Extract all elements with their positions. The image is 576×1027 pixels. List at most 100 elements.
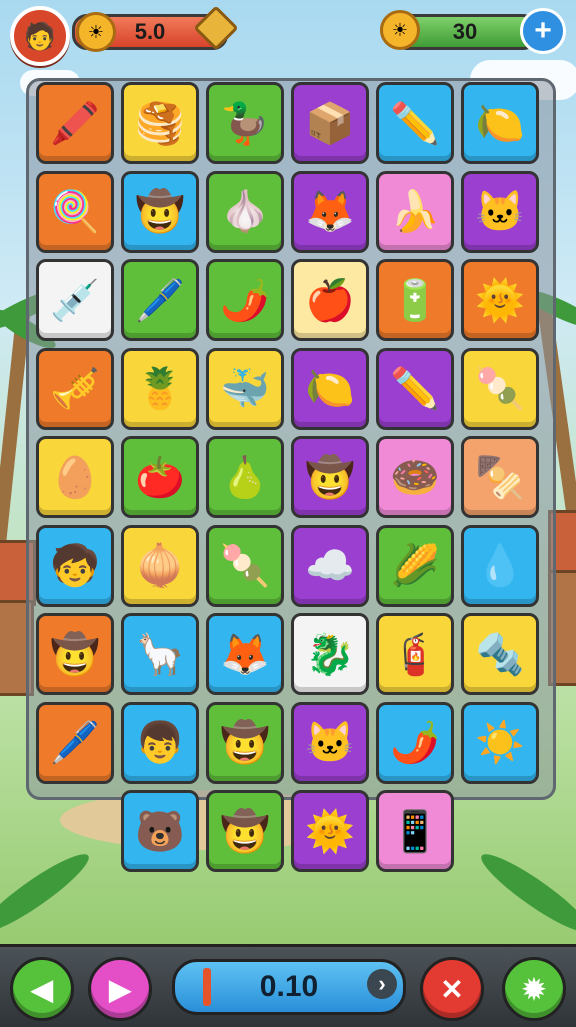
tile-icon: 🤠	[135, 190, 185, 234]
tile[interactable]: 🖊️	[36, 701, 114, 784]
tile[interactable]: 🍐	[206, 436, 284, 518]
tile[interactable]: 🌶️	[376, 701, 454, 784]
tile[interactable]: 🍋	[291, 347, 369, 430]
tile[interactable]: 🌽	[376, 524, 454, 607]
tile[interactable]: 🦆	[206, 82, 284, 164]
tile[interactable]: 👦	[121, 701, 199, 784]
tile-icon: ✏️	[390, 101, 440, 146]
prev-arrow-icon: ◀	[31, 973, 53, 1005]
tile[interactable]: 🤠	[36, 613, 114, 695]
sun-icon: ☀	[76, 12, 116, 52]
tile[interactable]: 🧒	[36, 524, 114, 607]
tile[interactable]: 📦	[291, 82, 369, 164]
close-button[interactable]: ✕	[420, 957, 484, 1021]
tile-icon: 🧄	[220, 190, 270, 234]
plus-icon: +	[534, 14, 552, 47]
add-coins-button[interactable]: +	[520, 8, 566, 54]
tile-icon: 🤠	[50, 632, 100, 677]
tile[interactable]: 🥞	[121, 82, 199, 164]
tile[interactable]: 🍎	[291, 259, 369, 341]
tile-icon: 🧅	[135, 544, 185, 588]
tile[interactable]: 🐉	[291, 613, 369, 695]
tile-icon: 🌽	[390, 544, 440, 588]
tile[interactable]: ✏️	[376, 82, 454, 164]
tile[interactable]: 🦊	[291, 170, 369, 253]
tile-icon: 🍋	[475, 101, 525, 146]
tile-icon: ☁️	[305, 544, 355, 588]
previous-button[interactable]: ◀	[10, 957, 74, 1021]
tile-icon: 🍌	[390, 190, 440, 234]
bush	[0, 845, 96, 941]
tile[interactable]: 🤠	[206, 790, 284, 872]
sun-coin-icon: ☀	[380, 10, 420, 50]
tile[interactable]: 🤠	[206, 701, 284, 784]
tile-icon: 🔋	[390, 278, 440, 323]
tile-icon: 🔩	[475, 632, 525, 677]
tile[interactable]: 🐱	[291, 701, 369, 784]
tile[interactable]: 🤠	[291, 436, 369, 518]
tile[interactable]: 🍌	[376, 170, 454, 253]
tile[interactable]: 🐻	[121, 790, 199, 872]
tile[interactable]: 🍢	[461, 436, 539, 518]
tile[interactable]: 🖊️	[121, 259, 199, 341]
tile[interactable]: 🔩	[461, 613, 539, 695]
tile[interactable]: 🍡	[461, 347, 539, 430]
close-icon: ✕	[440, 973, 464, 1005]
tile-icon: 🥞	[135, 101, 185, 146]
tile-icon: 🦙	[135, 632, 185, 677]
play-button[interactable]: ▶	[88, 957, 152, 1021]
tile-icon: 📦	[305, 101, 355, 146]
chevron-right-icon: ›	[378, 971, 386, 996]
tile[interactable]: 🥚	[36, 436, 114, 518]
tile[interactable]: 🍍	[121, 347, 199, 430]
bush	[474, 845, 576, 941]
tile[interactable]: 🤠	[121, 170, 199, 253]
tile[interactable]: 🧅	[121, 524, 199, 607]
tile-icon: 🍍	[135, 367, 185, 411]
tile[interactable]: 🍩	[376, 436, 454, 518]
tile[interactable]: 💧	[461, 524, 539, 607]
tile-icon: 🍐	[220, 455, 270, 500]
gear-icon: ✹	[522, 973, 546, 1005]
tile-icon: 🐳	[220, 367, 270, 411]
tile[interactable]: 🐱	[461, 170, 539, 253]
tile[interactable]: 🌶️	[206, 259, 284, 341]
tile[interactable]: 💉	[36, 259, 114, 341]
tile-icon: 🐱	[305, 721, 355, 765]
tile[interactable]: 📱	[376, 790, 454, 872]
timer-arrow-button[interactable]: ›	[367, 969, 397, 999]
tile-icon: 🎺	[50, 367, 100, 411]
timer-marker	[203, 968, 211, 1006]
tile[interactable]: 🖍️	[36, 82, 114, 164]
tile-icon: 🌶️	[220, 278, 270, 323]
player-avatar[interactable]: 🧑	[10, 6, 70, 66]
tile[interactable]: ☁️	[291, 524, 369, 607]
tile[interactable]: 🍡	[206, 524, 284, 607]
tile[interactable]: 🧯	[376, 613, 454, 695]
tile[interactable]: ✏️	[376, 347, 454, 430]
tile-icon: 🖊️	[50, 721, 100, 765]
tile[interactable]: 🌞	[291, 790, 369, 872]
top-hud: 🧑 5.0 ☀ 30 ☀ +	[0, 0, 576, 66]
tile-icon: 🐻	[135, 809, 185, 854]
avatar-icon: 🧑	[23, 20, 57, 51]
tile[interactable]: 🦙	[121, 613, 199, 695]
tile[interactable]: 🍅	[121, 436, 199, 518]
tile-icon: 🍡	[475, 367, 525, 411]
tile[interactable]: 🌞	[461, 259, 539, 341]
tile-icon: 🖊️	[135, 278, 185, 323]
tile-icon: 🦆	[220, 101, 270, 146]
tile-icon: 🍡	[220, 544, 270, 588]
tile-icon: 👦	[135, 721, 185, 765]
tile[interactable]: ☀️	[461, 701, 539, 784]
tile[interactable]: 🦊	[206, 613, 284, 695]
tile[interactable]: 🍭	[36, 170, 114, 253]
tile[interactable]: 🎺	[36, 347, 114, 430]
tile-icon: 🦊	[305, 190, 355, 234]
tile-icon: 🍅	[135, 455, 185, 500]
tile[interactable]: 🍋	[461, 82, 539, 164]
tile[interactable]: 🧄	[206, 170, 284, 253]
tile[interactable]: 🐳	[206, 347, 284, 430]
settings-button[interactable]: ✹	[502, 957, 566, 1021]
tile[interactable]: 🔋	[376, 259, 454, 341]
